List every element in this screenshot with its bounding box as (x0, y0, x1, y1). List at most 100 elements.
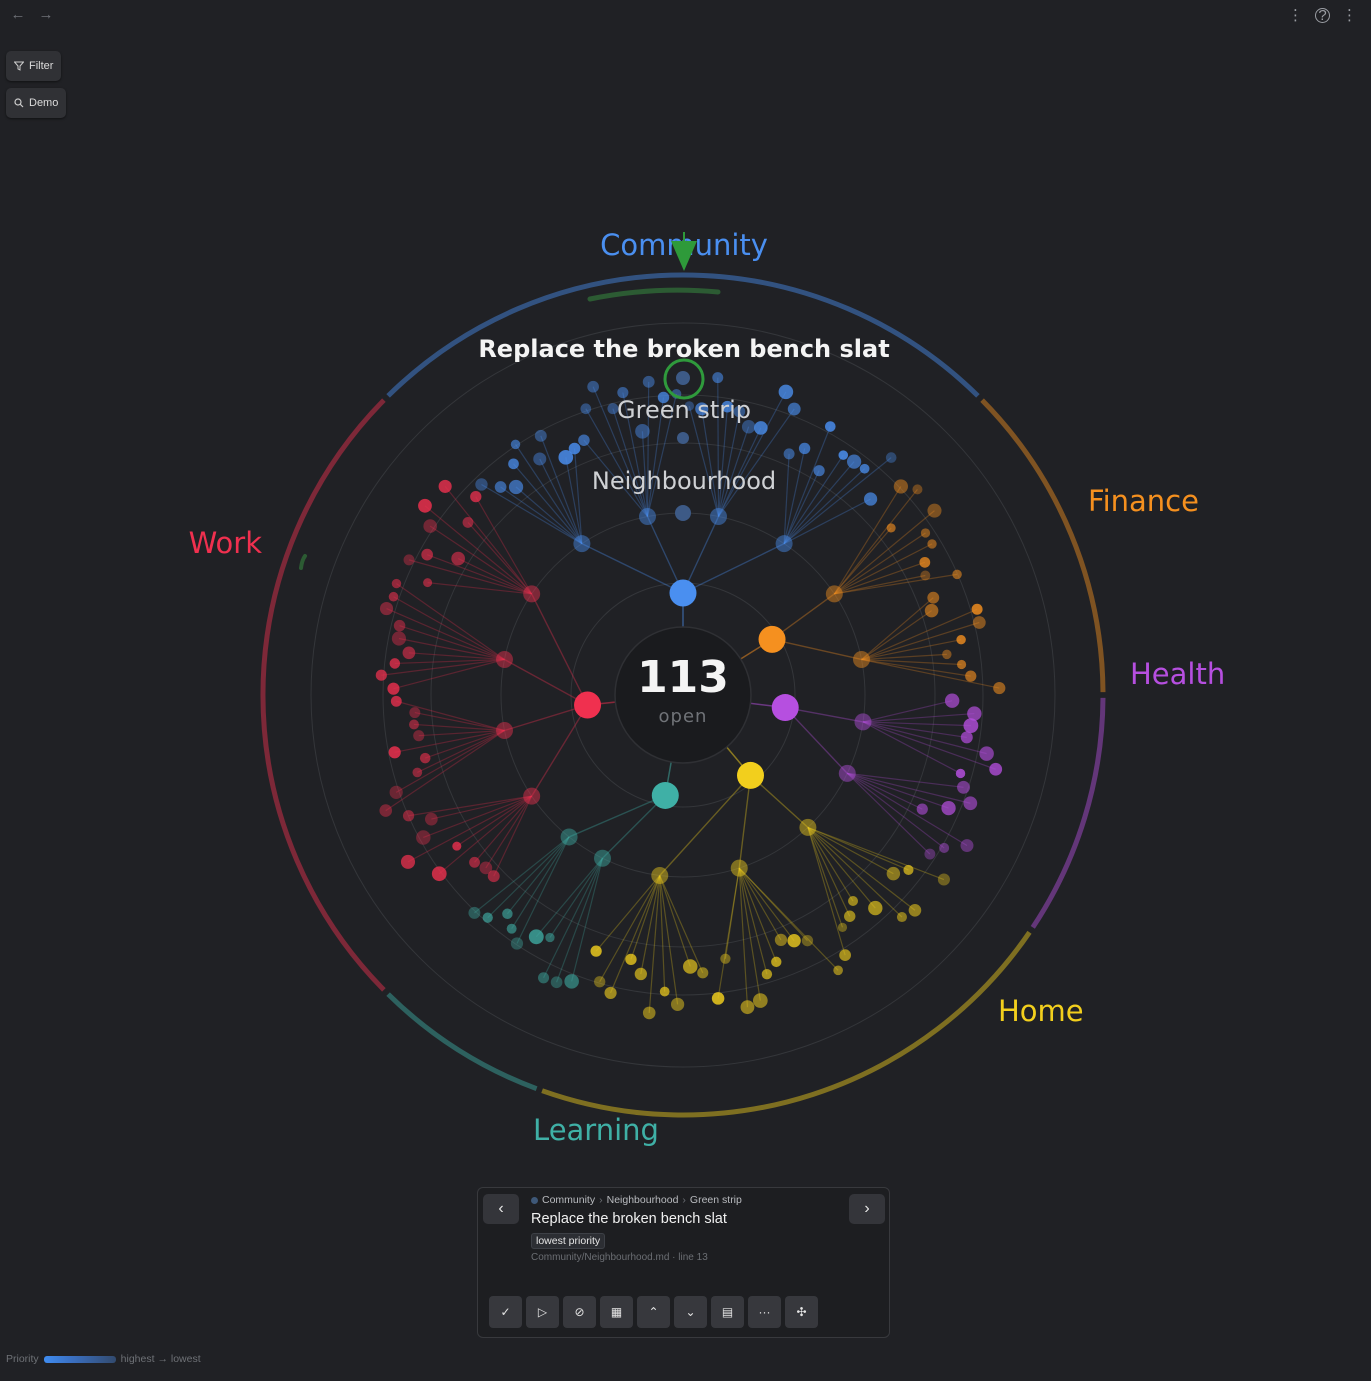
group-node[interactable] (594, 849, 612, 867)
task-node[interactable] (479, 861, 493, 875)
task-node[interactable] (431, 866, 447, 882)
group-node[interactable] (854, 713, 872, 731)
task-node[interactable] (896, 911, 907, 923)
task-node[interactable] (837, 922, 848, 932)
task-node[interactable] (833, 965, 843, 976)
task-node[interactable] (416, 830, 431, 845)
prev-task-button[interactable]: ‹ (483, 1194, 519, 1224)
group-node[interactable] (573, 535, 591, 553)
task-node[interactable] (594, 976, 606, 988)
calendar-button[interactable]: ▦ (600, 1296, 633, 1328)
task-node[interactable] (419, 752, 431, 764)
group-node[interactable] (651, 867, 669, 885)
task-node[interactable] (388, 746, 401, 759)
priority-up-button[interactable]: ⌃ (637, 1296, 670, 1328)
next-task-button[interactable]: › (849, 1194, 885, 1224)
task-node[interactable] (425, 812, 438, 826)
task-node[interactable] (697, 967, 709, 979)
task-node[interactable] (927, 539, 937, 549)
task-node[interactable] (580, 403, 592, 415)
task-node[interactable] (528, 929, 544, 945)
task-node[interactable] (494, 481, 507, 493)
task-node[interactable] (941, 800, 956, 816)
task-node[interactable] (393, 619, 406, 632)
task-node[interactable] (451, 551, 466, 566)
task-node[interactable] (927, 503, 942, 518)
selected-path-node[interactable] (677, 432, 689, 444)
task-node[interactable] (635, 424, 650, 439)
task-node[interactable] (813, 465, 825, 477)
task-node[interactable] (989, 762, 1003, 776)
task-node[interactable] (952, 569, 962, 580)
category-node-learning[interactable] (651, 781, 679, 809)
task-node[interactable] (960, 839, 974, 853)
task-node[interactable] (972, 616, 986, 629)
task-node[interactable] (482, 912, 493, 923)
cancel-button[interactable]: ⊘ (563, 1296, 596, 1328)
task-node[interactable] (754, 421, 768, 435)
category-label-work[interactable]: Work (189, 526, 263, 560)
task-node[interactable] (848, 896, 859, 906)
group-node[interactable] (495, 722, 513, 740)
category-node-finance[interactable] (758, 625, 786, 653)
task-node[interactable] (412, 767, 423, 778)
task-node[interactable] (452, 841, 462, 851)
task-node[interactable] (402, 810, 415, 822)
category-arc-learning[interactable] (386, 992, 538, 1092)
task-node[interactable] (778, 384, 794, 400)
group-node[interactable] (495, 650, 513, 668)
task-node[interactable] (920, 570, 931, 581)
task-node[interactable] (955, 768, 966, 779)
task-node[interactable] (939, 842, 950, 853)
task-node[interactable] (545, 932, 555, 943)
priority-down-button[interactable]: ⌄ (674, 1296, 707, 1328)
task-node[interactable] (375, 669, 387, 681)
task-node[interactable] (625, 953, 637, 966)
task-file-path[interactable]: Community/Neighbourhood.md · line 13 (531, 1252, 708, 1263)
task-node[interactable] (979, 746, 994, 761)
task-node[interactable] (409, 719, 419, 730)
category-arc-health[interactable] (1030, 697, 1106, 929)
task-node[interactable] (924, 848, 936, 860)
task-node[interactable] (438, 479, 452, 493)
task-node[interactable] (642, 1006, 656, 1020)
group-node[interactable] (853, 650, 871, 668)
task-node[interactable] (838, 450, 849, 460)
task-node[interactable] (421, 548, 433, 561)
task-node[interactable] (903, 864, 914, 875)
task-node[interactable] (389, 785, 403, 799)
category-node-health[interactable] (771, 694, 799, 722)
group-node[interactable] (730, 859, 748, 877)
group-node[interactable] (523, 585, 541, 603)
task-node[interactable] (468, 906, 481, 919)
category-label-finance[interactable]: Finance (1088, 484, 1199, 518)
task-node[interactable] (508, 458, 519, 470)
task-node[interactable] (916, 803, 928, 815)
category-arc-home[interactable] (541, 930, 1032, 1118)
task-node[interactable] (538, 972, 550, 984)
task-node[interactable] (868, 900, 883, 916)
task-node[interactable] (720, 953, 731, 964)
task-node[interactable] (846, 454, 862, 469)
task-node[interactable] (993, 682, 1006, 695)
task-node[interactable] (423, 519, 437, 533)
task-node[interactable] (423, 578, 433, 588)
open-file-button[interactable]: ▤ (711, 1296, 744, 1328)
group-node[interactable] (825, 585, 843, 603)
group-node[interactable] (560, 828, 578, 846)
task-node[interactable] (839, 949, 851, 961)
breadcrumb-neighbourhood[interactable]: Neighbourhood (607, 1194, 679, 1206)
selected-path-node[interactable] (676, 371, 690, 385)
task-node[interactable] (550, 976, 563, 989)
task-sunburst-chart[interactable]: 113 open Community Finance Health Home Learn… (0, 0, 1371, 1381)
task-node[interactable] (533, 452, 547, 466)
task-node[interactable] (771, 956, 782, 968)
task-node[interactable] (844, 910, 856, 922)
task-node[interactable] (506, 923, 517, 934)
task-node[interactable] (568, 442, 581, 455)
category-node-community[interactable] (669, 579, 697, 607)
task-node[interactable] (960, 731, 973, 744)
task-node[interactable] (963, 718, 979, 734)
task-node[interactable] (893, 479, 908, 494)
breadcrumb-green-strip[interactable]: Green strip (690, 1194, 742, 1206)
